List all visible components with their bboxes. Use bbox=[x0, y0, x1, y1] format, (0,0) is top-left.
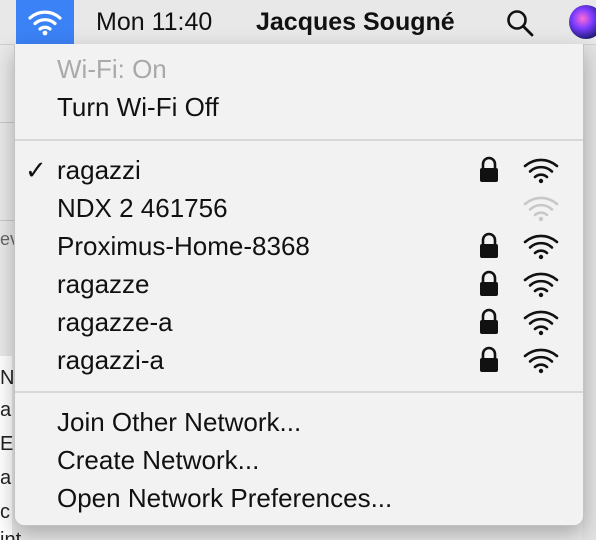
open-network-preferences-label: Open Network Preferences... bbox=[57, 482, 393, 513]
checkmark-icon: ✓ bbox=[25, 154, 47, 185]
open-network-preferences-item[interactable]: Open Network Preferences... bbox=[15, 479, 583, 517]
network-name: ragazze-a bbox=[57, 306, 173, 337]
background-text-fragment: int bbox=[0, 529, 22, 540]
turn-wifi-off-item[interactable]: Turn Wi-Fi Off bbox=[15, 88, 583, 126]
background-text-fragment: E bbox=[0, 433, 14, 455]
desktop: ev N a E a c int Mon 11:40 Jacques Sougn… bbox=[0, 0, 596, 540]
turn-wifi-off-label: Turn Wi-Fi Off bbox=[57, 91, 219, 122]
menu-bar: Mon 11:40 Jacques Sougné bbox=[0, 0, 596, 45]
background-window-edge bbox=[582, 44, 596, 540]
lock-icon bbox=[480, 346, 498, 372]
menubar-username[interactable]: Jacques Sougné bbox=[256, 8, 455, 37]
network-item-ndx[interactable]: NDX 2 461756 bbox=[15, 189, 583, 227]
background-text-fragment: N bbox=[0, 367, 15, 389]
network-name: Proximus-Home-8368 bbox=[57, 230, 310, 261]
search-icon[interactable] bbox=[505, 8, 535, 38]
wifi-status-label: Wi-Fi: On bbox=[57, 53, 167, 84]
menu-separator bbox=[15, 139, 583, 141]
network-name: NDX 2 461756 bbox=[57, 192, 228, 223]
lock-icon bbox=[480, 156, 498, 182]
wifi-signal-icon bbox=[523, 272, 559, 298]
menu-separator bbox=[15, 391, 583, 393]
wifi-icon bbox=[28, 10, 62, 36]
network-name: ragazzi bbox=[57, 154, 141, 185]
network-item-ragazze-a[interactable]: ragazze-a bbox=[15, 303, 583, 341]
create-network-item[interactable]: Create Network... bbox=[15, 441, 583, 479]
network-item-ragazzi[interactable]: ✓ ragazzi bbox=[15, 151, 583, 189]
wifi-signal-icon bbox=[523, 234, 559, 260]
network-item-ragazzi-a[interactable]: ragazzi-a bbox=[15, 341, 583, 379]
wifi-dropdown-menu: Wi-Fi: On Turn Wi-Fi Off ✓ ragazzi NDX 2… bbox=[14, 44, 584, 526]
join-other-network-item[interactable]: Join Other Network... bbox=[15, 403, 583, 441]
wifi-menu-button[interactable] bbox=[16, 0, 74, 44]
network-item-ragazze[interactable]: ragazze bbox=[15, 265, 583, 303]
join-other-network-label: Join Other Network... bbox=[57, 406, 302, 437]
wifi-signal-icon bbox=[523, 196, 559, 222]
wifi-status-row: Wi-Fi: On bbox=[15, 50, 583, 88]
wifi-signal-icon bbox=[523, 348, 559, 374]
background-text-fragment: c bbox=[0, 501, 10, 523]
siri-icon[interactable] bbox=[569, 5, 596, 39]
network-name: ragazze bbox=[57, 268, 150, 299]
background-text-fragment: a bbox=[0, 467, 12, 489]
network-item-proximus[interactable]: Proximus-Home-8368 bbox=[15, 227, 583, 265]
wifi-signal-icon bbox=[523, 158, 559, 184]
wifi-signal-icon bbox=[523, 310, 559, 336]
lock-icon bbox=[480, 232, 498, 258]
network-name: ragazzi-a bbox=[57, 344, 164, 375]
lock-icon bbox=[480, 270, 498, 296]
create-network-label: Create Network... bbox=[57, 444, 260, 475]
background-text-fragment: a bbox=[0, 399, 12, 421]
menubar-clock[interactable]: Mon 11:40 bbox=[96, 8, 212, 37]
lock-icon bbox=[480, 308, 498, 334]
